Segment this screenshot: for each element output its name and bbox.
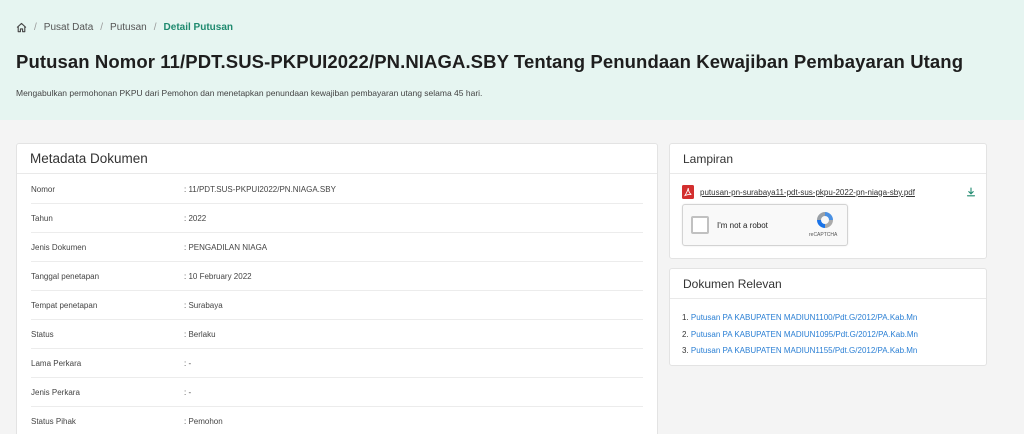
relevan-list: 1. Putusan PA KABUPATEN MADIUN1100/Pdt.G…	[682, 313, 918, 363]
metadata-row: Tanggal penetapan : 10 February 2022	[31, 262, 643, 291]
metadata-key: Tempat penetapan	[31, 300, 98, 310]
relevan-item-link[interactable]: Putusan PA KABUPATEN MADIUN1100/Pdt.G/20…	[691, 313, 917, 322]
relevan-item: 2. Putusan PA KABUPATEN MADIUN1095/Pdt.G…	[682, 330, 918, 347]
metadata-title: Metadata Dokumen	[17, 144, 657, 174]
attachment-link[interactable]: putusan-pn-surabaya11-pdt-sus-pkpu-2022-…	[700, 188, 966, 197]
breadcrumb-separator: /	[34, 22, 37, 33]
breadcrumb-pusat-data[interactable]: Pusat Data	[44, 22, 93, 33]
metadata-key: Tahun	[31, 213, 53, 223]
pdf-file-icon	[682, 185, 694, 199]
breadcrumb-active: Detail Putusan	[163, 22, 233, 33]
relevan-item-number: 2.	[682, 329, 689, 339]
metadata-row: Tempat penetapan : Surabaya	[31, 291, 643, 320]
attachment-row: putusan-pn-surabaya11-pdt-sus-pkpu-2022-…	[682, 185, 976, 199]
metadata-value: : -	[184, 358, 192, 368]
metadata-key: Status Pihak	[31, 416, 76, 426]
metadata-row: Lama Perkara : -	[31, 349, 643, 378]
home-icon[interactable]	[16, 22, 27, 33]
relevan-item-number: 1.	[682, 313, 689, 322]
metadata-row: Jenis Dokumen : PENGADILAN NIAGA	[31, 233, 643, 262]
recaptcha-brand: reCAPTCHA	[809, 232, 838, 238]
metadata-key: Jenis Perkara	[31, 387, 80, 397]
metadata-row: Jenis Perkara : -	[31, 378, 643, 407]
recaptcha-checkbox[interactable]	[691, 216, 709, 234]
metadata-value: : Pemohon	[184, 416, 223, 426]
metadata-value: : 10 February 2022	[184, 271, 252, 281]
recaptcha-logo-icon	[815, 210, 835, 230]
breadcrumb-separator: /	[153, 22, 157, 33]
metadata-value: : 11/PDT.SUS-PKPUI2022/PN.NIAGA.SBY	[184, 184, 336, 194]
metadata-value: : PENGADILAN NIAGA	[184, 242, 268, 252]
metadata-value: : -	[184, 387, 192, 397]
metadata-key: Status	[31, 329, 54, 339]
breadcrumb-separator: /	[100, 22, 104, 33]
relevan-title: Dokumen Relevan	[670, 269, 986, 299]
breadcrumb: / Pusat Data / Putusan / Detail Putusan	[16, 22, 233, 33]
lampiran-title: Lampiran	[670, 144, 986, 174]
relevan-item: 3. Putusan PA KABUPATEN MADIUN1155/Pdt.G…	[682, 346, 918, 363]
metadata-card: Metadata Dokumen Nomor : 11/PDT.SUS-PKPUI…	[16, 143, 658, 434]
metadata-row: Status : Berlaku	[31, 320, 643, 349]
relevan-item-link[interactable]: Putusan PA KABUPATEN MADIUN1095/Pdt.G/20…	[691, 330, 918, 339]
metadata-row: Tahun : 2022	[31, 204, 643, 233]
page-hero: / Pusat Data / Putusan / Detail Putusan …	[0, 0, 1024, 120]
dokumen-relevan-card: Dokumen Relevan 1. Putusan PA KABUPATEN …	[669, 268, 987, 366]
relevan-item: 1. Putusan PA KABUPATEN MADIUN1100/Pdt.G…	[682, 313, 918, 330]
recaptcha-widget: I'm not a robot reCAPTCHA	[682, 204, 848, 246]
lampiran-card: Lampiran putusan-pn-surabaya11-pdt-sus-p…	[669, 143, 987, 259]
breadcrumb-putusan[interactable]: Putusan	[110, 22, 147, 33]
metadata-value: : Berlaku	[184, 329, 216, 339]
relevan-item-link[interactable]: Putusan PA KABUPATEN MADIUN1155/Pdt.G/20…	[691, 346, 917, 355]
metadata-value: : 2022	[184, 213, 207, 223]
page-subtitle: Mengabulkan permohonan PKPU dari Pemohon…	[16, 88, 483, 98]
metadata-value: : Surabaya	[184, 300, 223, 310]
metadata-key: Jenis Dokumen	[31, 242, 87, 252]
page-title: Putusan Nomor 11/PDT.SUS-PKPUI2022/PN.NI…	[16, 51, 964, 72]
metadata-key: Tanggal penetapan	[31, 271, 100, 281]
metadata-row: Nomor : 11/PDT.SUS-PKPUI2022/PN.NIAGA.SBY	[31, 175, 643, 204]
metadata-row: Status Pihak : Pemohon	[31, 407, 643, 434]
metadata-key: Nomor	[31, 184, 56, 194]
metadata-key: Lama Perkara	[31, 358, 82, 368]
recaptcha-label: I'm not a robot	[717, 221, 768, 230]
download-icon[interactable]	[966, 187, 976, 197]
relevan-item-number: 3.	[682, 346, 689, 355]
